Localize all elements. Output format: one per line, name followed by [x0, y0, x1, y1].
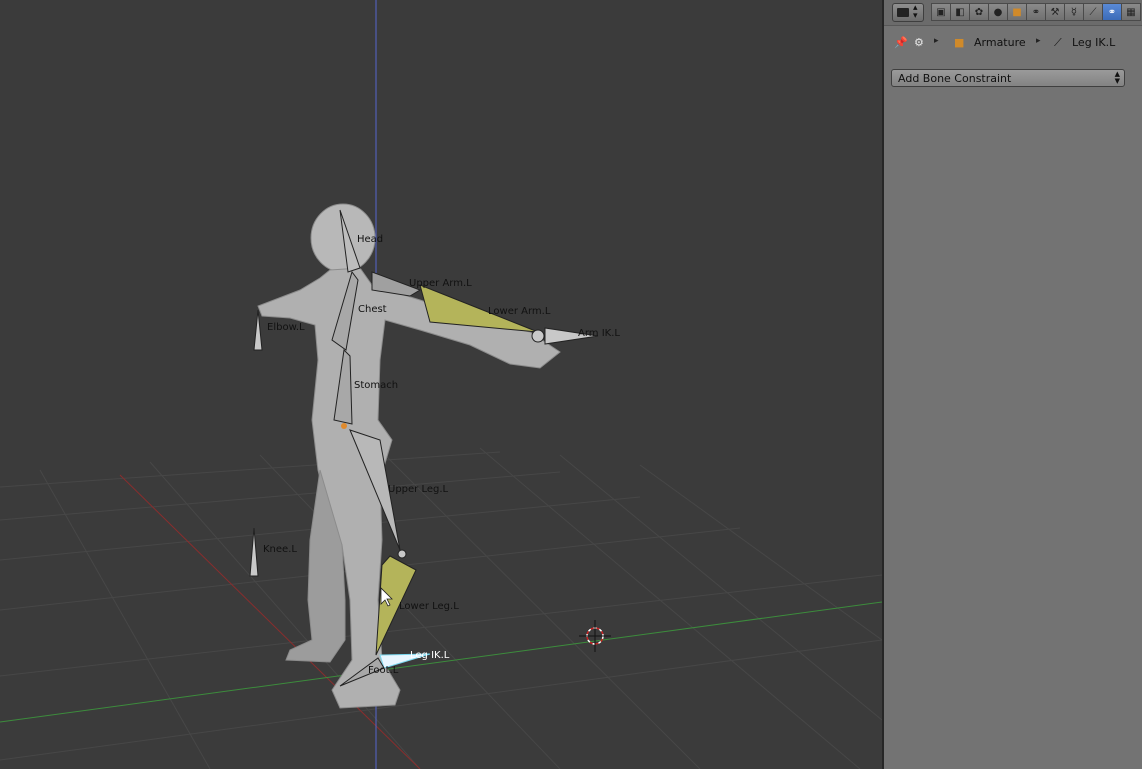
bone-label-head: Head [357, 234, 383, 245]
bone-elbow [253, 309, 263, 351]
bone-label-leg-ik: Leg IK.L [410, 650, 450, 661]
bone-label-chest: Chest [358, 304, 387, 315]
breadcrumb: 📌 ⚙ ▸ ■ Armature ▸ ⟋ Leg IK.L [884, 33, 1142, 53]
object-icon: ■ [954, 36, 965, 49]
modifiers-icon[interactable]: ⚒ [1045, 3, 1065, 21]
add-bone-constraint-dropdown[interactable]: Add Bone Constraint ▲ ▼ [891, 69, 1125, 87]
3d-viewport[interactable]: Head Upper Arm.L Chest Lower Arm.L Arm I… [0, 0, 882, 769]
breadcrumb-object: Armature [974, 36, 1026, 49]
bone-label-upper-arm: Upper Arm.L [409, 278, 472, 289]
bone-label-lower-arm: Lower Arm.L [488, 306, 551, 317]
world-icon[interactable]: ● [988, 3, 1008, 21]
render-layers-icon[interactable]: ◧ [950, 3, 970, 21]
chevron-right-icon: ▸ [1036, 36, 1041, 46]
add-bone-constraint-label: Add Bone Constraint [898, 72, 1012, 85]
bone-label-arm-ik: Arm IK.L [578, 328, 620, 339]
pin-icon[interactable]: 📌 [894, 36, 908, 49]
bone-icon[interactable]: ⟋ [1083, 3, 1103, 21]
object-icon[interactable]: ■ [1007, 3, 1027, 21]
3d-cursor-icon [579, 620, 611, 652]
properties-header: ▴ ▾ ▣ ◧ ✿ ● ■ ⚭ ⚒ ☿ ⟋ ⚭ ▦ [884, 0, 1142, 26]
breadcrumb-bone: Leg IK.L [1072, 36, 1116, 49]
bone-label-upper-leg: Upper Leg.L [388, 484, 449, 495]
bone-label-foot: Foot.L [368, 665, 399, 676]
bone-constraint-icon[interactable]: ⚭ [1102, 3, 1122, 21]
texture-icon[interactable]: ▦ [1121, 3, 1141, 21]
chevron-updown-icon: ▴ ▾ [913, 3, 918, 21]
chevron-right-icon: ▸ [934, 36, 939, 46]
editor-type-button[interactable]: ▴ ▾ [892, 3, 924, 22]
scene-icon[interactable]: ✿ [969, 3, 989, 21]
context-tabs: ▣ ◧ ✿ ● ■ ⚭ ⚒ ☿ ⟋ ⚭ ▦ [931, 3, 1141, 21]
bone-label-knee: Knee.L [263, 544, 297, 555]
bone-icon: ⟋ [1054, 36, 1062, 49]
viewport-scene: Head Upper Arm.L Chest Lower Arm.L Arm I… [0, 0, 882, 769]
bone-label-lower-leg: Lower Leg.L [399, 601, 459, 612]
armature-data-icon[interactable]: ☿ [1064, 3, 1084, 21]
y-axis-line [0, 601, 882, 723]
constraints-icon[interactable]: ⚭ [1026, 3, 1046, 21]
render-icon[interactable]: ▣ [931, 3, 951, 21]
chevron-updown-icon: ▲ ▼ [1114, 70, 1120, 85]
properties-editor-icon [897, 8, 909, 17]
shader-nodes-icon: ⚙ [914, 36, 924, 49]
bone-label-stomach: Stomach [354, 380, 398, 391]
bone-label-elbow: Elbow.L [267, 322, 305, 333]
properties-editor: ▴ ▾ ▣ ◧ ✿ ● ■ ⚭ ⚒ ☿ ⟋ ⚭ ▦ 📌 ⚙ ▸ ■ Armatur… [884, 0, 1142, 769]
